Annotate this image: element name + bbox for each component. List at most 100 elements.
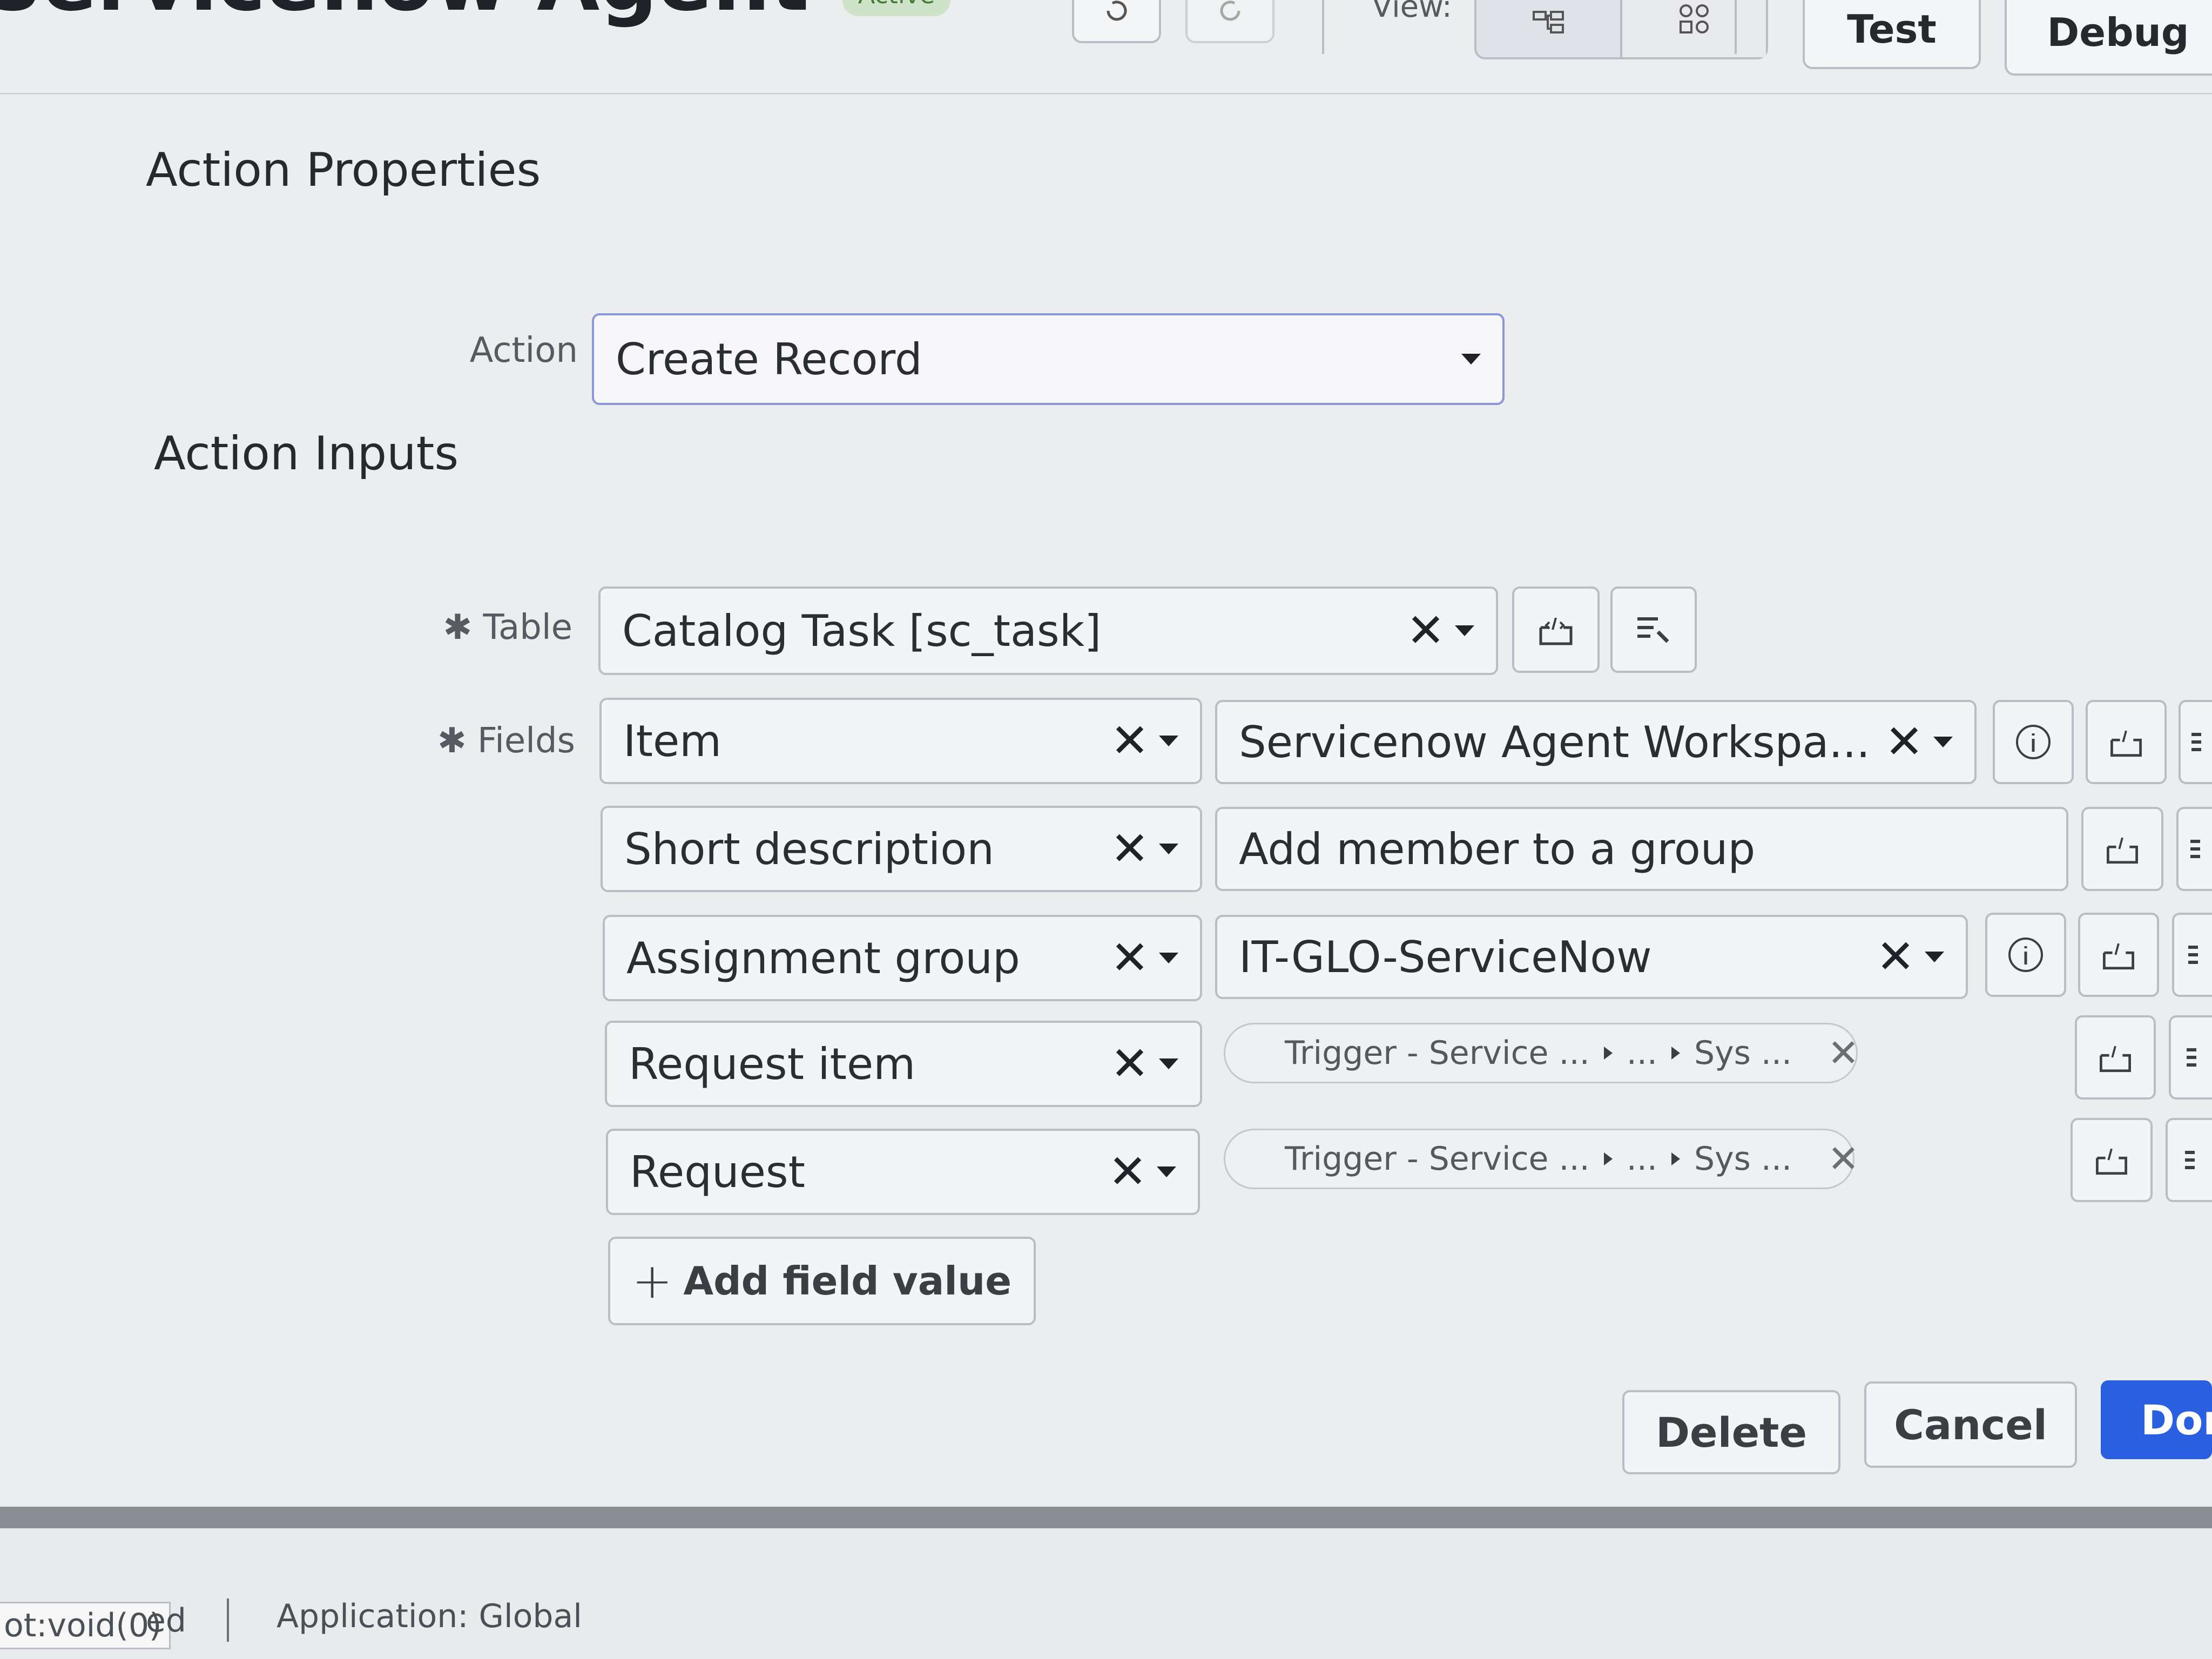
fields-label: ✱ Fields (437, 721, 575, 761)
view-label: View: (1372, 0, 1452, 24)
more-options-button[interactable] (2179, 700, 2212, 784)
status-bar: ot:void(0) ed Application: Global (0, 1528, 2212, 1659)
clear-icon[interactable]: ✕ (1108, 1149, 1147, 1195)
info-button[interactable] (1993, 700, 2074, 784)
clear-icon[interactable]: ✕ (1876, 934, 1915, 980)
info-button[interactable] (1985, 913, 2066, 997)
chevron-down-icon[interactable] (1159, 953, 1178, 963)
list-icon (2185, 1151, 2195, 1169)
view-toggle (1474, 0, 1768, 59)
list-icon (2187, 1048, 2196, 1067)
action-properties-heading: Action Properties (146, 143, 541, 197)
pill-separator-icon (1603, 1047, 1613, 1060)
data-pill-request[interactable]: Trigger - Service ... ... Sys ... ✕ (1224, 1129, 1859, 1189)
list-icon (2188, 946, 2198, 964)
value-select-assignment-group[interactable]: IT-GLO-ServiceNow ✕ (1215, 915, 1968, 999)
redo-button[interactable] (1185, 0, 1274, 43)
debug-button[interactable]: Debug (2005, 0, 2212, 76)
data-pill-picker-button[interactable] (2081, 807, 2163, 891)
action-select[interactable]: Create Record (592, 313, 1505, 405)
table-label: ✱ Table (443, 608, 572, 648)
info-icon (2008, 938, 2043, 972)
pill-separator-icon (1671, 1152, 1680, 1165)
table-select-value: Catalog Task [sc_task] (622, 605, 1102, 656)
pill-separator-icon (1603, 1152, 1613, 1165)
chevron-down-icon[interactable] (1455, 625, 1474, 636)
diagram-view-icon (1680, 4, 1709, 33)
done-button[interactable]: Don (2101, 1380, 2212, 1459)
redo-icon (1220, 1, 1240, 21)
status-badge: Active (842, 0, 950, 16)
tree-view-icon (1533, 11, 1564, 33)
toolbar-divider (1322, 0, 1324, 54)
remove-pill-icon[interactable]: ✕ (1827, 1031, 1859, 1075)
status-partial-text: ed (146, 1602, 186, 1640)
application-scope: Application: Global (276, 1597, 582, 1635)
flow-toolbar: Servicenow Agent ... Active View: Tes (0, 0, 2212, 95)
list-icon (2191, 733, 2201, 751)
clear-icon[interactable]: ✕ (1110, 935, 1149, 981)
field-select-short-description[interactable]: Short description ✕ (601, 806, 1202, 892)
clear-icon[interactable]: ✕ (1110, 826, 1149, 872)
field-select-assignment-group[interactable]: Assignment group ✕ (603, 915, 1202, 1001)
clear-icon[interactable]: ✕ (1110, 1041, 1149, 1087)
action-label: Action (469, 331, 578, 370)
table-lookup-button[interactable] (1610, 586, 1697, 673)
view-tree-button[interactable] (1476, 0, 1620, 57)
test-button[interactable]: Test (1803, 0, 1981, 69)
more-options-button[interactable] (2172, 913, 2212, 997)
action-inputs-heading: Action Inputs (154, 427, 459, 481)
chevron-down-icon[interactable] (1925, 952, 1944, 962)
more-options-button[interactable] (2176, 807, 2212, 891)
data-pill-picker-button[interactable] (2071, 1118, 2153, 1202)
more-options-button[interactable] (2166, 1118, 2212, 1202)
required-asterisk: ✱ (443, 608, 483, 648)
clear-icon[interactable]: ✕ (1885, 719, 1924, 765)
data-pill-picker-button[interactable] (2086, 700, 2167, 784)
required-asterisk: ✱ (437, 721, 477, 761)
value-input-short-description[interactable]: Add member to a group (1215, 807, 2068, 891)
add-field-value-button[interactable]: + Add field value (608, 1237, 1036, 1325)
data-pill-icon (2103, 943, 2134, 970)
plus-icon: + (632, 1252, 673, 1310)
remove-pill-icon[interactable]: ✕ (1827, 1137, 1859, 1181)
chevron-down-icon[interactable] (1933, 737, 1953, 747)
more-options-button[interactable] (2169, 1015, 2212, 1100)
pill-separator-icon (1671, 1047, 1680, 1060)
info-icon (2016, 725, 2051, 759)
status-divider (227, 1599, 229, 1642)
data-pill-icon (2110, 730, 2142, 757)
field-select-request-item[interactable]: Request item ✕ (605, 1021, 1202, 1107)
data-pill-icon (2100, 1046, 2131, 1073)
data-pill-picker-button[interactable] (2075, 1015, 2156, 1100)
flow-title: Servicenow Agent ... (0, 0, 929, 29)
chevron-down-icon[interactable] (1159, 844, 1178, 854)
value-select-item[interactable]: Servicenow Agent Workspa... ✕ (1215, 700, 1977, 784)
chevron-down-icon[interactable] (1159, 736, 1178, 746)
data-pill-icon (2107, 837, 2138, 864)
chevron-down-icon[interactable] (1157, 1166, 1176, 1177)
list-search-icon (1637, 617, 1669, 643)
field-select-request[interactable]: Request ✕ (606, 1129, 1200, 1215)
list-icon (2190, 840, 2200, 858)
undo-icon (1107, 1, 1127, 21)
view-diagram-button[interactable] (1620, 0, 1766, 57)
undo-button[interactable] (1072, 0, 1161, 43)
data-pill-picker-button[interactable] (2078, 913, 2159, 997)
panel-bottom-border (0, 1507, 2212, 1528)
field-select-item[interactable]: Item ✕ (599, 698, 1202, 784)
clear-icon[interactable]: ✕ (1110, 718, 1149, 764)
table-select[interactable]: Catalog Task [sc_task] ✕ (598, 586, 1498, 675)
data-pill-picker-button[interactable] (1512, 586, 1600, 673)
delete-button[interactable]: Delete (1622, 1390, 1840, 1474)
toolbar-divider (1735, 0, 1737, 54)
cancel-button[interactable]: Cancel (1864, 1381, 2077, 1468)
clear-icon[interactable]: ✕ (1406, 608, 1445, 654)
chevron-down-icon (1461, 354, 1481, 365)
action-select-value: Create Record (616, 334, 922, 385)
data-pill-icon (1539, 617, 1573, 645)
data-pill-icon (2096, 1148, 2127, 1175)
data-pill-request-item[interactable]: Trigger - Service ... ... Sys ... ✕ (1224, 1023, 1859, 1083)
link-preview: ot:void(0) (0, 1602, 171, 1649)
chevron-down-icon[interactable] (1159, 1058, 1178, 1069)
